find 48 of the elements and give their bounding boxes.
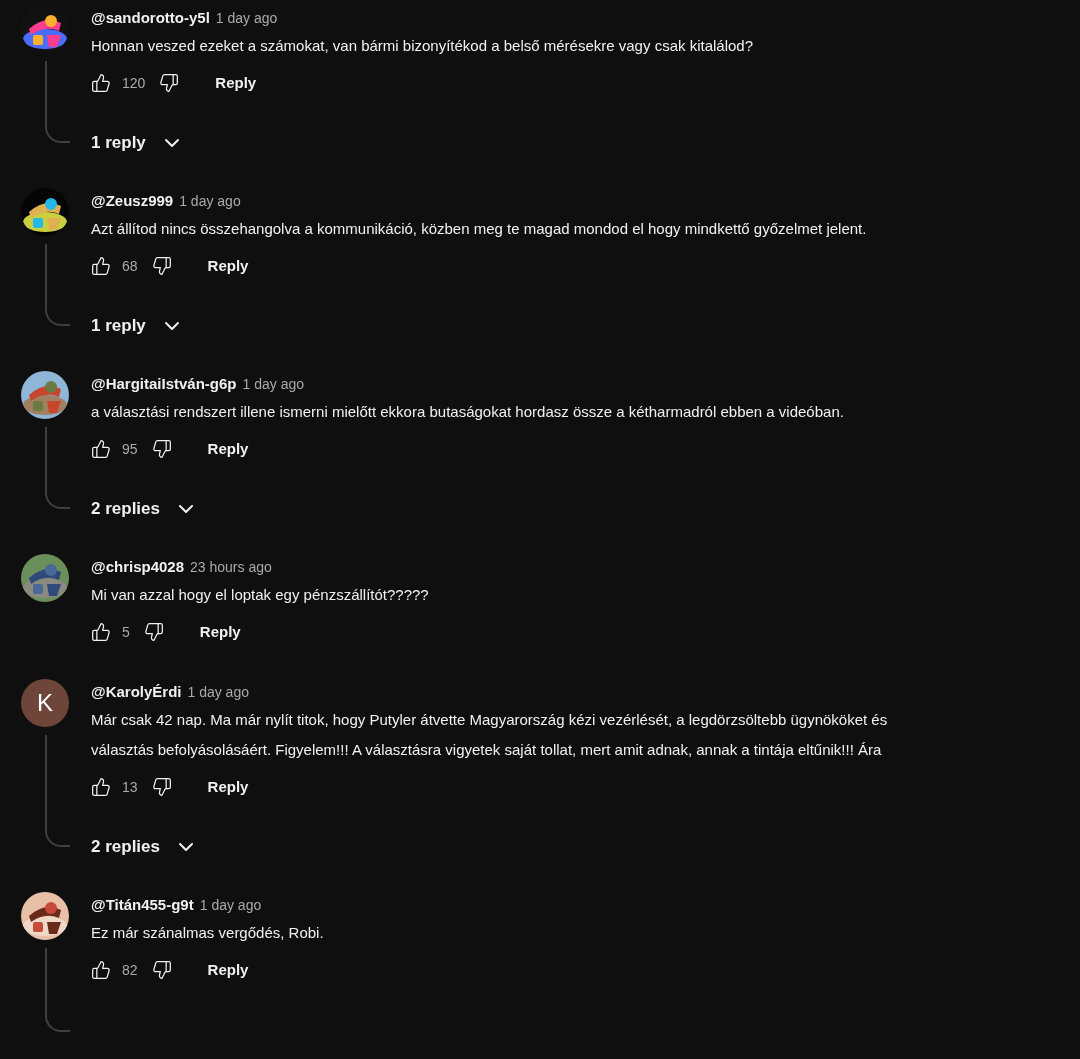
reply-button[interactable]: Reply bbox=[197, 431, 259, 467]
reply-button[interactable]: Reply bbox=[197, 769, 259, 805]
thumbs-down-icon bbox=[151, 439, 172, 459]
comment-time[interactable]: 1 day ago bbox=[215, 7, 278, 29]
thumbs-up-icon bbox=[91, 960, 111, 980]
comment-text: Mi van azzal hogy el loptak egy pénzszállítót????? bbox=[91, 584, 429, 605]
comment-time[interactable]: 23 hours ago bbox=[190, 556, 272, 578]
comment-time[interactable]: 1 day ago bbox=[199, 894, 262, 916]
thumbs-down-icon bbox=[151, 960, 172, 980]
comment-author[interactable]: @KarolyÉrdi bbox=[91, 680, 182, 704]
comment-text: választás befolyásolásáért. Figyelem!!! A választásra vigyetek saját tollat, mert amit adnak, annak a tintája eltűnik!!! Ára bbox=[91, 739, 883, 760]
replies-toggle[interactable]: 2 replies bbox=[91, 827, 888, 867]
like-count: 82 bbox=[122, 960, 138, 980]
thumbs-up-icon bbox=[91, 73, 111, 93]
thumbs-up-icon bbox=[91, 622, 111, 642]
like-count: 120 bbox=[122, 73, 146, 93]
comment-text: Azt állítod nincs összehangolva a kommunikáció, közben meg te magad mondod el hogy mindkettő győzelmet jelent. bbox=[91, 218, 867, 239]
replies-toggle[interactable]: 2 replies bbox=[91, 489, 844, 529]
comment-text: Már csak 42 nap. Ma már nylít titok, hogy Putyler átvette Magyarország kézi vezérlését, a legdörzsöltebb ügynököket és bbox=[91, 709, 888, 730]
comment-text: a választási rendszert illene ismerni mielőtt ekkora butaságokat hordasz össze a kétharmadról ebben a videóban. bbox=[91, 401, 844, 422]
thumbs-up-icon bbox=[91, 256, 111, 276]
like-count: 13 bbox=[122, 777, 138, 797]
comment-time[interactable]: 1 day ago bbox=[187, 681, 249, 703]
reply-button[interactable]: Reply bbox=[197, 952, 259, 988]
replies-toggle[interactable]: 1 reply bbox=[91, 306, 867, 346]
thumbs-up-icon bbox=[91, 439, 111, 459]
comment-author[interactable]: @Titán455-g9t bbox=[91, 893, 194, 917]
comment-time[interactable]: 1 day ago bbox=[179, 190, 241, 212]
comment-text: Ez már szánalmas vergődés, Robi. bbox=[91, 922, 324, 943]
like-count: 95 bbox=[122, 439, 138, 459]
comment-author[interactable]: @Zeusz999 bbox=[91, 189, 174, 213]
thumbs-down-icon bbox=[151, 256, 172, 276]
like-count: 5 bbox=[122, 622, 130, 642]
comment-author[interactable]: @HargitaiIstván-g6p bbox=[91, 372, 237, 396]
comment-author[interactable]: @sandorotto-y5l bbox=[91, 6, 210, 30]
comment-text: Honnan veszed ezeket a számokat, van bármi bizonyítékod a belső mérésekre vagy csak kitalálod? bbox=[91, 35, 753, 56]
comment-time[interactable]: 1 day ago bbox=[242, 373, 304, 395]
thumbs-up-icon bbox=[91, 777, 111, 797]
reply-button[interactable]: Reply bbox=[189, 614, 251, 650]
thumbs-down-icon bbox=[143, 622, 164, 642]
avatar[interactable]: K bbox=[21, 679, 69, 727]
like-count: 68 bbox=[122, 256, 138, 276]
replies-toggle[interactable]: 1 reply bbox=[91, 123, 753, 163]
reply-button[interactable]: Reply bbox=[197, 248, 259, 284]
thumbs-down-icon bbox=[159, 73, 180, 93]
reply-button[interactable]: Reply bbox=[205, 65, 267, 101]
thumbs-down-icon bbox=[151, 777, 172, 797]
comment-author[interactable]: @chrisp4028 bbox=[91, 555, 184, 579]
